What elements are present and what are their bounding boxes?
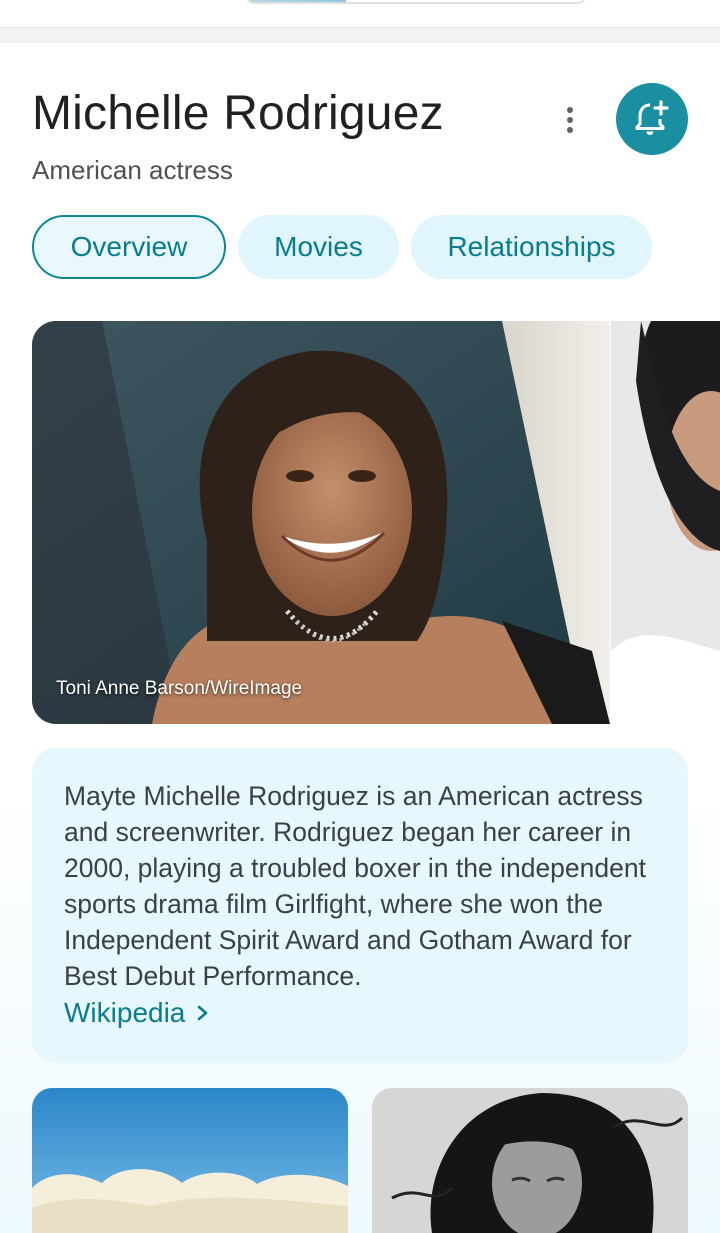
image-thumbnail-1[interactable] [32, 1088, 348, 1233]
description-card: Mayte Michelle Rodriguez is an American … [32, 748, 688, 1063]
wikipedia-link[interactable]: Wikipedia [64, 994, 211, 1032]
more-vert-icon [567, 107, 573, 113]
description-text: Mayte Michelle Rodriguez is an American … [64, 781, 646, 991]
search-pill-thumbnail [248, 0, 346, 2]
portrait-photo-2 [611, 321, 720, 724]
chevron-right-icon [198, 1005, 208, 1021]
tab-overview[interactable]: Overview [32, 215, 226, 279]
photo-credit: Toni Anne Barson/WireImage [56, 678, 303, 699]
secondary-photo[interactable] [611, 321, 720, 724]
more-options-button[interactable] [552, 100, 588, 140]
main-photo[interactable]: Toni Anne Barson/WireImage [32, 321, 610, 724]
tab-relationships[interactable]: Relationships [411, 215, 652, 279]
bell-add-icon [635, 100, 669, 135]
image-thumbnail-2[interactable] [372, 1088, 688, 1233]
section-divider [0, 28, 720, 43]
tab-movies[interactable]: Movies [238, 215, 399, 279]
wikipedia-link-label: Wikipedia [64, 997, 186, 1028]
follow-button[interactable] [616, 83, 688, 155]
sky-clouds-image [32, 1088, 348, 1233]
top-search-bar [0, 0, 720, 28]
bw-portrait-image [372, 1088, 688, 1233]
search-pill[interactable] [246, 0, 586, 4]
portrait-photo [32, 321, 610, 724]
entity-title: Michelle Rodriguez [32, 87, 444, 140]
entity-subtitle: American actress [32, 155, 233, 185]
